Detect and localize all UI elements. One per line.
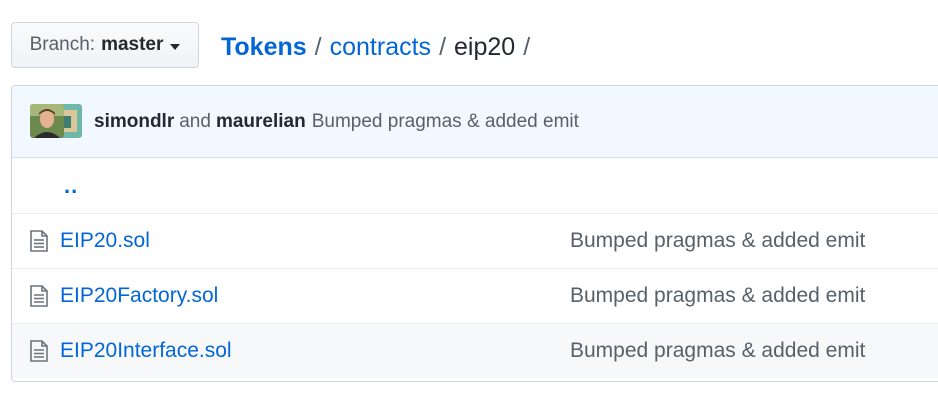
- breadcrumb-current: eip20: [454, 33, 516, 61]
- branch-value: master: [101, 34, 164, 55]
- file-text-icon: [30, 229, 50, 253]
- commit-conjunction: and: [179, 110, 211, 132]
- commit-message-link[interactable]: Bumped pragmas & added emit: [312, 111, 579, 132]
- file-name-link[interactable]: EIP20Factory.sol: [60, 284, 218, 308]
- file-text-icon: [30, 339, 50, 363]
- file-browser: simondlr and maurelian Bumped pragmas & add…: [11, 85, 938, 382]
- file-row: EIP20Factory.sol Bumped pragmas & added …: [12, 268, 938, 323]
- commit-author-link[interactable]: simondlr: [94, 111, 174, 132]
- file-text-icon: [30, 284, 50, 308]
- breadcrumb-separator: /: [439, 33, 447, 61]
- commit-author-link[interactable]: maurelian: [216, 111, 306, 132]
- commit-avatars: [30, 103, 82, 140]
- file-name-link[interactable]: EIP20Interface.sol: [60, 339, 232, 363]
- parent-directory-row: ..: [12, 158, 938, 213]
- breadcrumb-separator: /: [314, 33, 322, 61]
- breadcrumb: Tokens / contracts / eip20/: [221, 30, 538, 64]
- file-commit-message-link[interactable]: Bumped pragmas & added emit: [570, 339, 865, 363]
- file-commit-message-link[interactable]: Bumped pragmas & added emit: [570, 229, 865, 253]
- breadcrumb-separator: /: [523, 33, 531, 61]
- breadcrumb-folder-contracts[interactable]: contracts: [330, 33, 431, 61]
- parent-directory-link[interactable]: ..: [64, 173, 78, 199]
- branch-select-button[interactable]: Branch: master: [11, 22, 199, 68]
- file-row: EIP20.sol Bumped pragmas & added emit: [12, 213, 938, 268]
- branch-label: Branch:: [29, 34, 96, 55]
- file-name-link[interactable]: EIP20.sol: [60, 229, 150, 253]
- file-commit-message-link[interactable]: Bumped pragmas & added emit: [570, 284, 865, 308]
- latest-commit-bar: simondlr and maurelian Bumped pragmas & add…: [12, 86, 938, 158]
- avatar[interactable]: [30, 103, 64, 138]
- caret-down-icon: [170, 43, 181, 50]
- file-row: EIP20Interface.sol Bumped pragmas & adde…: [12, 323, 938, 378]
- breadcrumb-repo-link[interactable]: Tokens: [221, 33, 307, 61]
- commit-summary: simondlr and maurelian Bumped pragmas & add…: [94, 111, 579, 133]
